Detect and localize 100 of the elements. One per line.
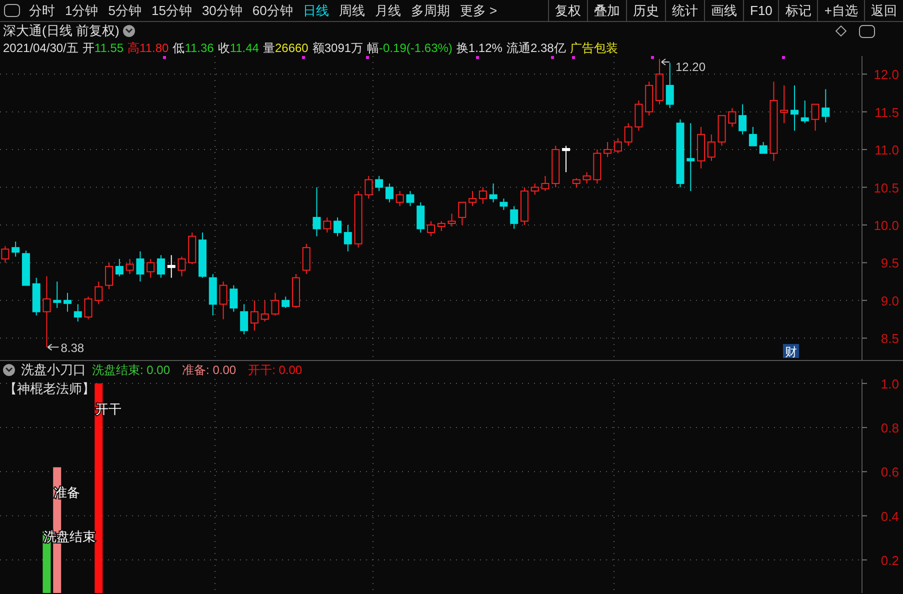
quote-item: 幅-0.19(-1.63%) (367, 40, 452, 57)
candlestick (167, 254, 176, 278)
toolbar-button[interactable]: F10 (743, 0, 778, 21)
candlestick (530, 182, 539, 196)
arrow-icon (47, 344, 60, 351)
value-tick: 0.4 (880, 508, 899, 524)
finance-badge[interactable]: 财 (783, 344, 799, 359)
candlestick (604, 142, 612, 158)
candlestick (74, 304, 82, 322)
toolbar-button[interactable]: 统计 (665, 0, 704, 21)
candlestick (260, 300, 269, 322)
price-tick: 9.0 (880, 293, 899, 308)
quote-item: 广告包装 (570, 40, 618, 57)
candlestick (437, 220, 446, 232)
quote-item: 换1.12% (456, 40, 502, 57)
candlestick (645, 81, 654, 116)
toolbar-button[interactable]: 画线 (704, 0, 743, 21)
candlestick (156, 254, 165, 278)
candlestick (334, 216, 342, 237)
candlestick (240, 304, 248, 335)
period-tab[interactable]: 日线 (298, 0, 334, 20)
candlestick (478, 186, 487, 204)
price-tick: 10.5 (874, 180, 899, 196)
candlestick (94, 281, 103, 305)
candlestick (427, 220, 435, 237)
candlestick (614, 138, 622, 154)
price-tick: 11.5 (874, 104, 899, 120)
candlestick (198, 232, 207, 278)
candlestick (748, 126, 757, 146)
candlestick (344, 224, 352, 252)
candlestick (458, 202, 466, 226)
candlestick (271, 292, 280, 316)
candlestick (624, 122, 632, 146)
toolbar-button[interactable]: +自选 (817, 0, 864, 21)
chevron-down-icon[interactable] (123, 25, 136, 37)
candlestick (219, 281, 228, 320)
quote-item: 2021/04/30/五 (3, 40, 78, 57)
period-tab[interactable]: 分时 (24, 0, 60, 20)
candlestick (385, 182, 394, 203)
candlestick (32, 277, 40, 316)
candlestick (12, 241, 20, 258)
candlestick (250, 300, 258, 332)
period-tab[interactable]: 多周期 (406, 0, 455, 20)
candlestick (323, 216, 332, 234)
period-tab[interactable]: 周线 (334, 0, 370, 20)
period-tab[interactable]: 60分钟 (247, 0, 298, 20)
quote-item: 量26660 (262, 40, 308, 57)
candlestick (697, 126, 706, 169)
candlestick (634, 100, 643, 132)
candlestick (686, 122, 695, 192)
toolbar-button[interactable]: 复权 (548, 0, 587, 21)
candlestick (500, 198, 508, 210)
candlestick (800, 100, 809, 124)
price-tick: 10.0 (874, 218, 899, 233)
period-tab[interactable]: 5分钟 (103, 0, 146, 20)
candlestick (728, 108, 736, 128)
period-tab[interactable]: 1分钟 (60, 0, 104, 20)
candlestick (375, 175, 384, 192)
candlestick (312, 186, 321, 237)
toolbar-button[interactable]: 历史 (626, 0, 665, 21)
candlestick (593, 149, 602, 184)
chevron-down-icon[interactable] (3, 364, 15, 376)
indicator-legend: 准备: 0.00 (182, 361, 236, 379)
candlestick (666, 62, 674, 109)
quote-item: 流通2.38亿 (506, 40, 566, 57)
candlestick (364, 175, 373, 200)
quote-item: 低11.36 (172, 40, 214, 57)
candlestick (552, 145, 560, 188)
candlestick (22, 250, 30, 286)
toolbar-button[interactable]: 叠加 (587, 0, 626, 21)
author-label: 【神棍老法师】 (4, 381, 95, 396)
toolbar-button[interactable]: 返回 (864, 0, 903, 21)
arrow-icon (660, 58, 670, 66)
candlestick (822, 88, 830, 123)
candlestick (84, 296, 92, 320)
toolbar-button[interactable]: 标记 (778, 0, 818, 21)
quote-item: 开11.55 (82, 40, 124, 57)
period-tab[interactable]: 30分钟 (196, 0, 248, 20)
candlestick (53, 281, 62, 308)
indicator-name: 洗盘小刀口 (21, 361, 86, 380)
stock-title: 深大通(日线 前复权) (3, 22, 120, 40)
candlestick (510, 206, 518, 230)
candlestick (572, 178, 580, 188)
candlestick (759, 142, 768, 154)
period-tab[interactable]: 更多 > (454, 0, 502, 20)
candlestick (790, 84, 798, 132)
period-tab[interactable]: 月线 (370, 0, 406, 20)
high-price-label: 12.20 (675, 60, 706, 74)
panel-toggle-icon[interactable] (859, 24, 875, 38)
candlestick (146, 258, 155, 278)
candlestick (416, 202, 425, 234)
candlestick (188, 232, 196, 265)
candlestick (115, 258, 124, 277)
candlestick (718, 115, 726, 146)
candlestick (354, 190, 362, 248)
low-price-label: 8.38 (60, 341, 84, 356)
period-tab[interactable]: 15分钟 (146, 0, 197, 20)
panel-toggle-icon[interactable] (4, 4, 20, 17)
candlestick (178, 256, 186, 277)
candlestick (406, 190, 414, 207)
